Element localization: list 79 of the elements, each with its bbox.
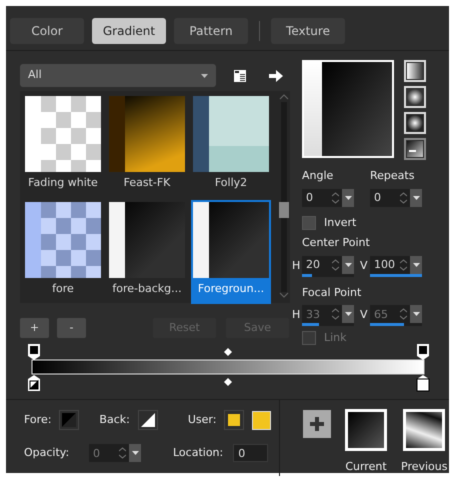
scroll-up-icon[interactable] xyxy=(279,94,290,100)
color-square xyxy=(228,414,240,426)
fore-label: Fore: xyxy=(24,412,52,428)
spin-field[interactable]: 20 xyxy=(302,256,342,274)
current-label: Current xyxy=(345,459,387,475)
center-point-label: Center Point xyxy=(302,235,371,251)
invert-checkbox[interactable] xyxy=(302,216,316,230)
caret-icon xyxy=(412,262,420,266)
linear-style-button[interactable] xyxy=(404,60,426,82)
user-color-swatch[interactable] xyxy=(252,410,272,430)
tab[interactable]: Gradient xyxy=(92,18,166,44)
gradient-tile[interactable]: Folly2 xyxy=(191,94,271,198)
spin-arrows-icon[interactable] xyxy=(332,192,339,204)
plus-icon xyxy=(310,416,324,431)
previous-label: Previous xyxy=(401,459,448,475)
location-label: Location: xyxy=(173,444,224,461)
dropdown-button[interactable] xyxy=(342,305,354,323)
dropdown-button[interactable] xyxy=(410,256,422,274)
tab[interactable]: Texture xyxy=(271,18,345,44)
radial-style-button[interactable] xyxy=(404,112,426,134)
angle-label: Angle xyxy=(302,168,334,184)
triangle-icon xyxy=(140,413,155,427)
current-gradient-swatch xyxy=(345,409,387,451)
caret-icon xyxy=(412,196,420,200)
v-label: V xyxy=(360,307,369,324)
spin-arrows-icon[interactable] xyxy=(400,308,407,320)
h-label: H xyxy=(292,258,302,274)
add-button[interactable]: + xyxy=(20,318,49,338)
caret-icon xyxy=(344,196,352,200)
scroll-down-icon[interactable] xyxy=(279,292,290,298)
remove-button[interactable]: - xyxy=(57,318,86,338)
dropdown-button[interactable] xyxy=(410,188,422,206)
gradient-preview[interactable] xyxy=(302,60,394,158)
list-view-icon[interactable] xyxy=(233,68,247,82)
previous-gradient-swatch[interactable] xyxy=(403,409,446,451)
dropdown-button[interactable] xyxy=(410,305,422,323)
back-swatch[interactable] xyxy=(138,410,158,430)
opacity-label: Opacity: xyxy=(24,444,70,461)
gradient-tile[interactable]: fore-backg... xyxy=(107,200,187,304)
v-label: V xyxy=(360,258,369,274)
gradient-tile[interactable]: Feast-FK xyxy=(107,94,187,198)
location-field[interactable]: 0 xyxy=(233,444,268,462)
add-button[interactable] xyxy=(303,410,331,438)
fore-swatch[interactable] xyxy=(59,410,80,430)
link-label: Link xyxy=(324,330,347,346)
spin-arrows-icon[interactable] xyxy=(400,192,407,204)
spin-arrows-icon[interactable] xyxy=(400,258,407,270)
tab[interactable]: Pattern xyxy=(174,18,248,44)
spin-arrows-icon[interactable] xyxy=(119,447,126,459)
gradient-tile[interactable]: Foregroun... xyxy=(191,200,271,304)
category-dropdown[interactable]: All xyxy=(20,64,216,87)
arrow-right-icon[interactable] xyxy=(269,70,283,82)
spin-arrows-icon[interactable] xyxy=(332,258,339,270)
focal-point-label: Focal Point xyxy=(302,284,362,300)
caret-icon xyxy=(412,312,420,316)
scrollbar-track[interactable] xyxy=(281,102,288,292)
sunburst-style-button[interactable] xyxy=(404,138,426,160)
h-label: H xyxy=(292,307,302,324)
dropdown-button[interactable] xyxy=(342,256,354,274)
caret-icon xyxy=(201,74,208,78)
gradient-tile[interactable]: fore xyxy=(23,200,103,304)
dropdown-button[interactable] xyxy=(129,444,141,462)
back-label: Back: xyxy=(99,412,130,428)
repeats-label: Repeats xyxy=(370,168,416,184)
invert-label: Invert xyxy=(324,214,356,230)
tab[interactable]: Color xyxy=(10,18,84,44)
spin-arrows-icon[interactable] xyxy=(332,308,339,320)
repeats-field[interactable]: 0 xyxy=(370,188,410,206)
scroll-thumb[interactable] xyxy=(279,202,290,218)
spin-field[interactable]: 100 xyxy=(370,256,410,274)
triangle-icon xyxy=(62,413,76,427)
user-swatch[interactable] xyxy=(224,410,244,430)
caret-icon xyxy=(344,262,352,266)
caret-icon xyxy=(132,451,138,455)
angle-field[interactable]: 0 xyxy=(302,188,342,206)
gradient-tile[interactable]: Fading white xyxy=(23,94,103,198)
dropdown-button[interactable] xyxy=(342,188,354,206)
caret-icon xyxy=(344,312,352,316)
user-label: User: xyxy=(188,412,216,428)
